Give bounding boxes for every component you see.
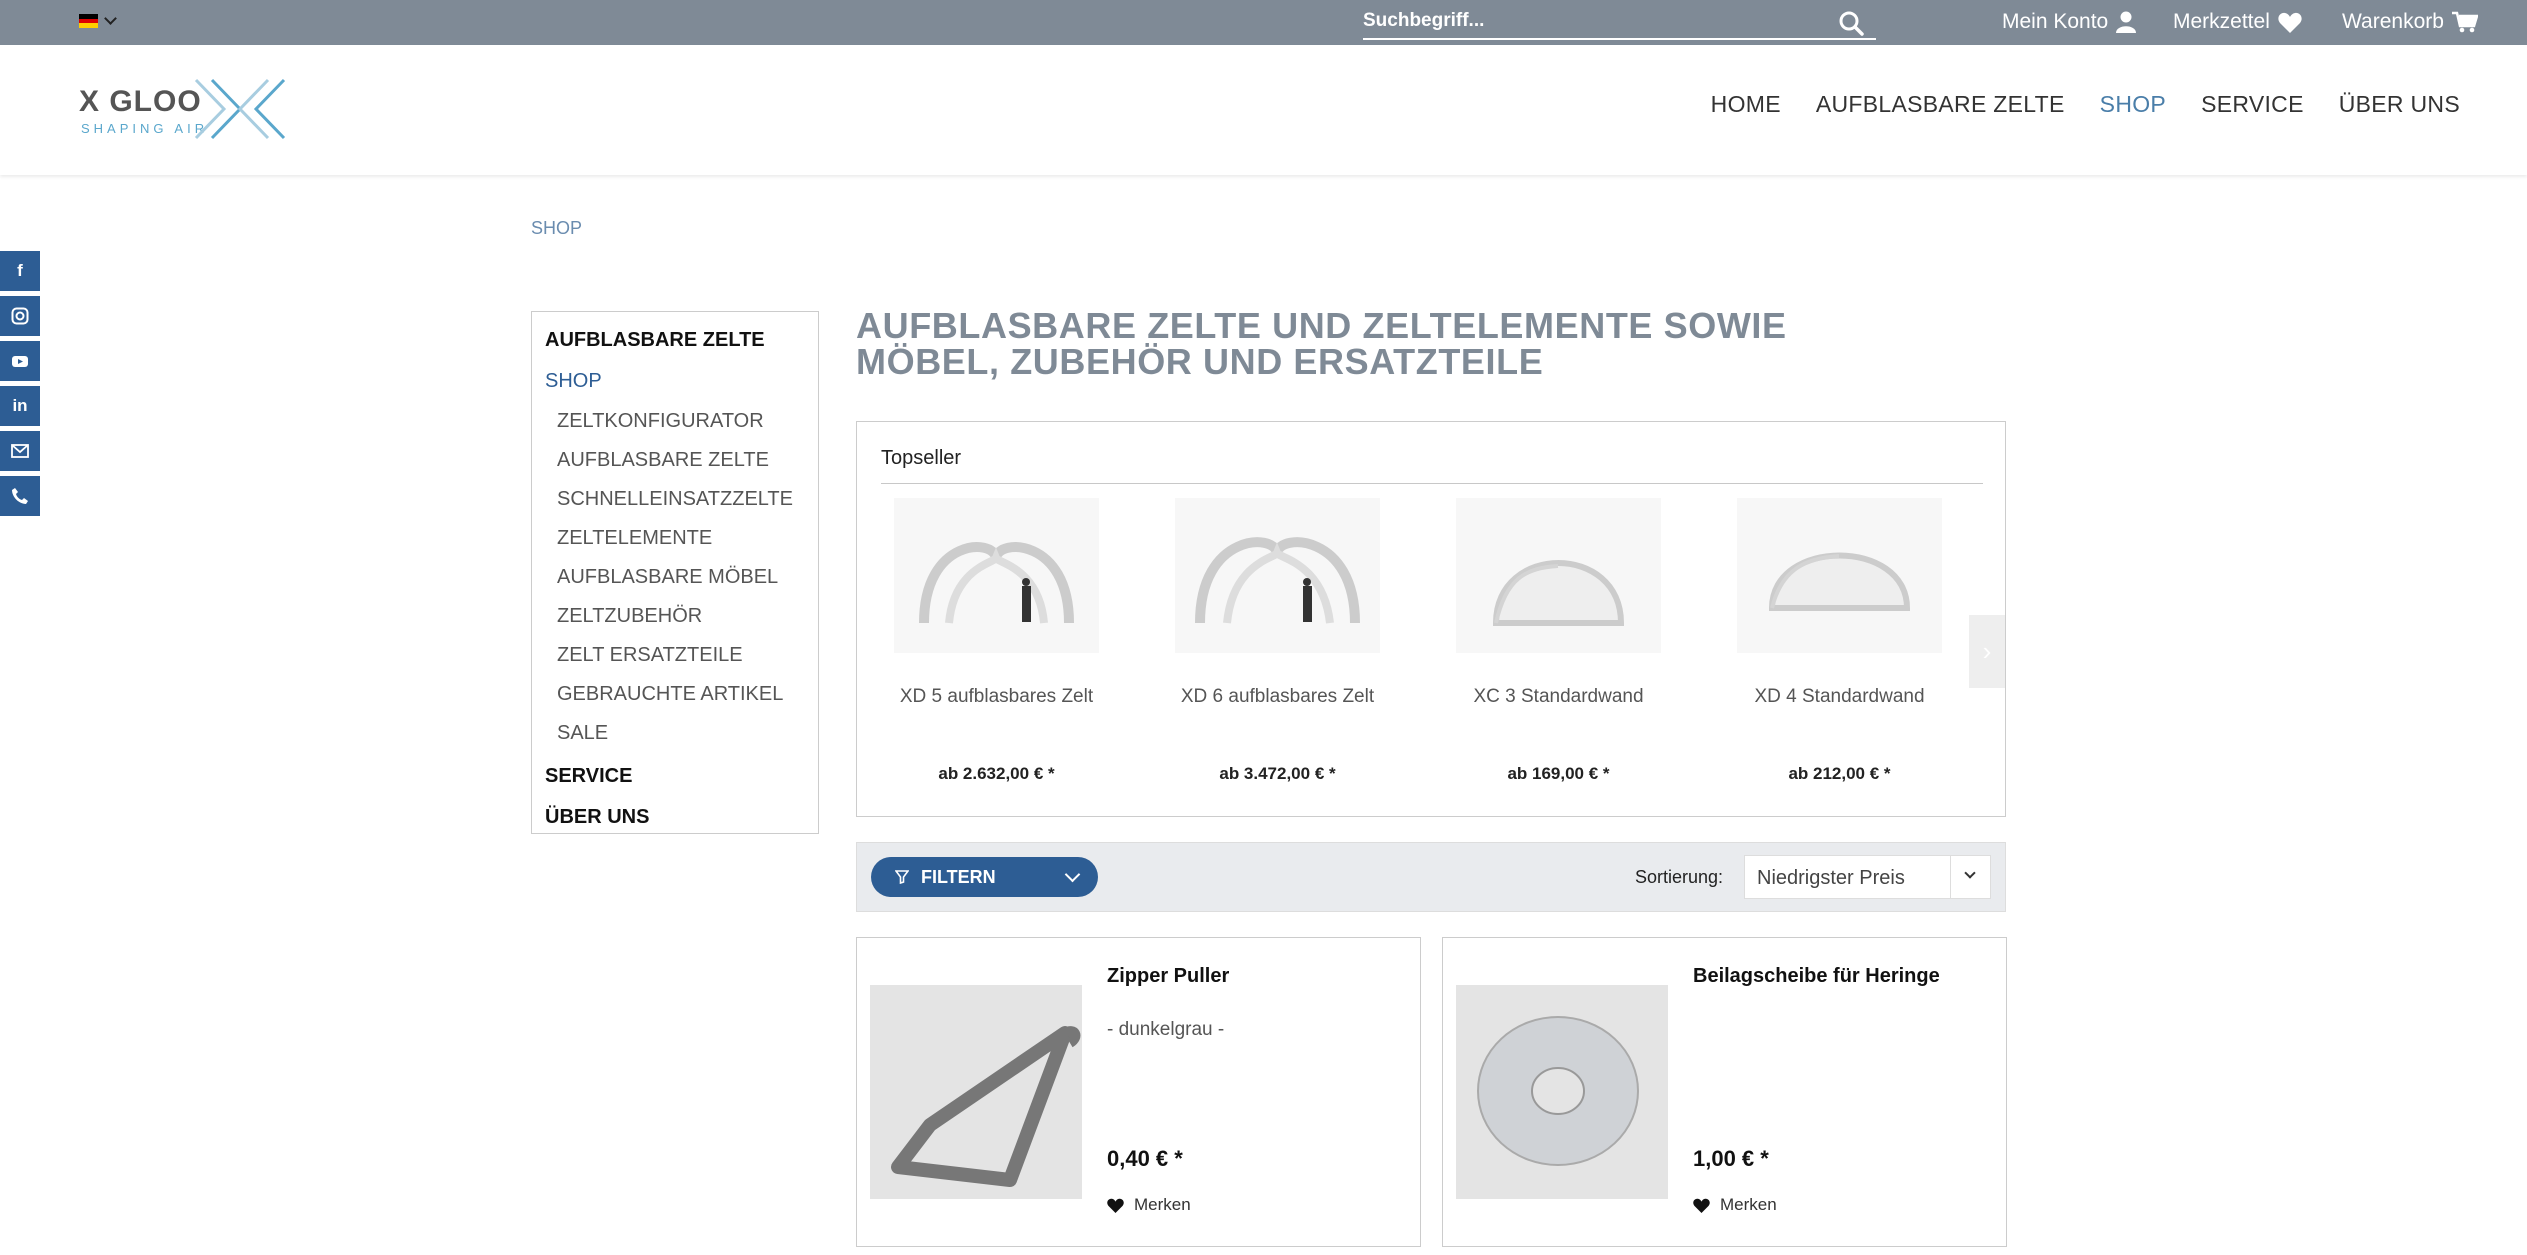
sidebar-subitem[interactable]: GEBRAUCHTE ARTIKEL (532, 675, 818, 714)
site-header: X GLOO SHAPING AIR HOME AUFBLASBARE ZELT… (0, 45, 2527, 175)
category-sidebar: AUFBLASBARE ZELTE SHOP ZELTKONFIGURATOR … (531, 311, 819, 834)
topseller-name: XC 3 Standardwand (1473, 686, 1644, 707)
social-bar: f in (0, 251, 40, 521)
main-nav: HOME AUFBLASBARE ZELTE SHOP SERVICE ÜBER… (1711, 91, 2460, 118)
facebook-icon[interactable]: f (0, 251, 40, 291)
sidebar-subitem[interactable]: SCHNELLEINSATZZELTE (532, 480, 818, 519)
topseller-item[interactable]: XD 4 Standardwand ab 212,00 € * (1712, 498, 1967, 808)
wishlist-button[interactable]: Merken (1693, 1195, 1777, 1215)
account-label: Mein Konto (2002, 10, 2109, 33)
topseller-slider: Topseller XD 5 aufblasbares Zelt ab 2.63… (856, 421, 2006, 817)
wishlist-button[interactable]: Merken (1107, 1195, 1191, 1215)
heart-icon (1107, 1198, 1124, 1213)
sort-select[interactable]: Niedrigster Preis (1744, 855, 1991, 899)
account-link[interactable]: Mein Konto (2002, 10, 2137, 34)
nav-ueber-uns[interactable]: ÜBER UNS (2339, 91, 2460, 118)
topseller-name: XD 5 aufblasbares Zelt (899, 686, 1094, 707)
phone-icon[interactable] (0, 476, 40, 516)
nav-aufblasbare-zelte[interactable]: AUFBLASBARE ZELTE (1816, 91, 2065, 118)
cart-icon (2451, 11, 2478, 33)
nav-service[interactable]: SERVICE (2201, 91, 2304, 118)
chevron-down-icon (104, 12, 117, 25)
sort-value: Niedrigster Preis (1757, 867, 1905, 889)
sidebar-subitem[interactable]: ZELTELEMENTE (532, 519, 818, 558)
sidebar-subitem[interactable]: AUFBLASBARE MÖBEL (532, 558, 818, 597)
filter-bar: FILTERN Sortierung: Niedrigster Preis (856, 842, 2006, 912)
linkedin-icon[interactable]: in (0, 386, 40, 426)
user-icon (2116, 11, 2137, 33)
logo-title: X GLOO (79, 85, 202, 118)
tent-xd4-image (1737, 498, 1942, 653)
filter-label: FILTERN (921, 866, 996, 887)
chevron-right-icon: › (1982, 636, 1992, 666)
product-variant: - dunkelgrau - (1107, 1019, 1225, 1040)
sidebar-item-service[interactable]: SERVICE (532, 756, 818, 797)
sidebar-subitem[interactable]: ZELT ERSATZTEILE (532, 636, 818, 675)
tent-xc3-image (1456, 498, 1661, 653)
product-name[interactable]: Beilagscheibe für Heringe (1693, 965, 1940, 988)
chevron-down-icon (1964, 867, 1976, 879)
search-input[interactable] (1363, 6, 1823, 36)
cart-label: Warenkorb (2342, 10, 2444, 33)
top-bar: Mein Konto Merkzettel Warenkorb (0, 0, 2527, 45)
topseller-item[interactable]: XC 3 Standardwand ab 169,00 € * (1431, 498, 1686, 808)
sidebar-subitem[interactable]: ZELTKONFIGURATOR (532, 402, 818, 441)
washer-image (1456, 985, 1668, 1199)
slider-next-button[interactable]: › (1969, 615, 2005, 688)
topseller-name: XD 6 aufblasbares Zelt (1180, 686, 1375, 707)
tent-xd5-image (894, 498, 1099, 653)
sidebar-subitem[interactable]: ZELTZUBEHÖR (532, 597, 818, 636)
search-form (1363, 6, 1876, 40)
wishlist-label: Merken (1134, 1195, 1191, 1214)
breadcrumb[interactable]: SHOP (531, 218, 582, 239)
instagram-icon[interactable] (0, 296, 40, 336)
tent-xd6-image (1175, 498, 1380, 653)
sort-label: Sortierung: (1635, 867, 1724, 887)
topseller-price: ab 169,00 € * (1507, 764, 1610, 783)
heart-icon (2278, 12, 2302, 33)
search-icon[interactable] (1838, 10, 1864, 36)
chevron-down-icon (1064, 866, 1081, 883)
filter-button[interactable]: FILTERN (871, 857, 1098, 897)
sort-dropdown-button[interactable] (1950, 856, 1990, 898)
topseller-name: XD 4 Standardwand (1754, 686, 1925, 707)
german-flag-icon (79, 14, 98, 29)
mail-icon[interactable] (0, 431, 40, 471)
topseller-price: ab 3.472,00 € * (1219, 764, 1336, 783)
cart-link[interactable]: Warenkorb (2342, 10, 2478, 34)
sidebar-item-shop[interactable]: SHOP (532, 361, 818, 402)
logo[interactable]: X GLOO SHAPING AIR (79, 78, 289, 144)
sidebar-subitem[interactable]: SALE (532, 714, 818, 753)
page-title: AUFBLASBARE ZELTE UND ZELTELEMENTE SOWIE… (856, 305, 1787, 382)
topseller-title: Topseller (881, 447, 962, 469)
zipper-puller-image (870, 985, 1082, 1199)
product-name[interactable]: Zipper Puller (1107, 965, 1229, 988)
wishlist-label: Merken (1720, 1195, 1777, 1214)
logo-x-mark-icon (194, 78, 286, 140)
youtube-icon[interactable] (0, 341, 40, 381)
sidebar-item-ueber-uns[interactable]: ÜBER UNS (532, 797, 818, 838)
product-card[interactable]: Zipper Puller - dunkelgrau - 0,40 € * Me… (856, 937, 1421, 1247)
wishlist-label: Merkzettel (2173, 10, 2270, 33)
nav-shop[interactable]: SHOP (2100, 91, 2166, 118)
product-price: 0,40 € * (1107, 1146, 1183, 1171)
product-price: 1,00 € * (1693, 1146, 1769, 1171)
sidebar-subitem[interactable]: AUFBLASBARE ZELTE (532, 441, 818, 480)
topseller-price: ab 2.632,00 € * (938, 764, 1055, 783)
language-selector[interactable] (79, 12, 117, 29)
topseller-item[interactable]: XD 5 aufblasbares Zelt ab 2.632,00 € * (869, 498, 1124, 808)
nav-home[interactable]: HOME (1711, 91, 1781, 118)
topseller-price: ab 212,00 € * (1788, 764, 1891, 783)
divider (881, 483, 1983, 484)
topseller-item[interactable]: XD 6 aufblasbares Zelt ab 3.472,00 € * (1150, 498, 1405, 808)
wishlist-link[interactable]: Merkzettel (2173, 10, 2302, 34)
product-card[interactable]: Beilagscheibe für Heringe 1,00 € * Merke… (1442, 937, 2007, 1247)
heart-icon (1693, 1198, 1710, 1213)
logo-subtitle: SHAPING AIR (81, 121, 209, 136)
sidebar-item-aufblasbare-zelte[interactable]: AUFBLASBARE ZELTE (532, 320, 818, 361)
filter-icon (895, 870, 909, 884)
